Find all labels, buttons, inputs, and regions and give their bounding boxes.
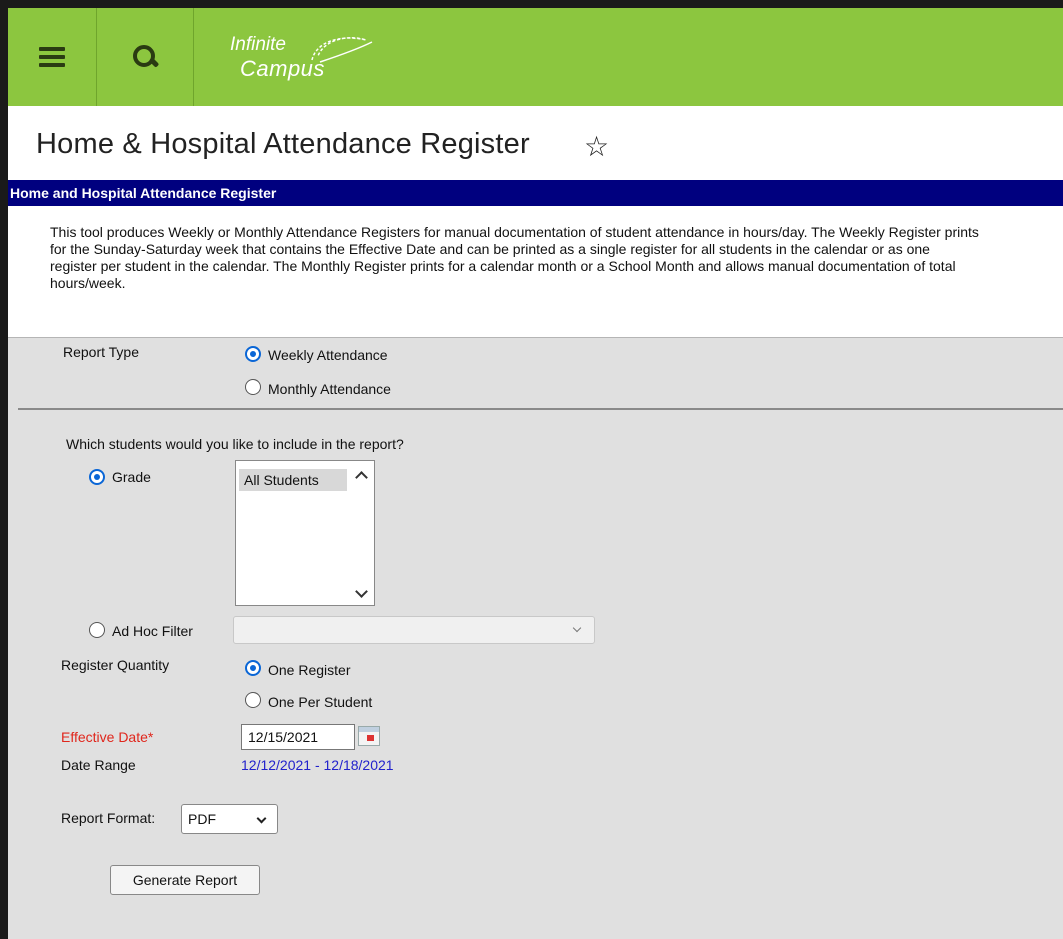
window-frame: Infinite Campus Home & Hospital Attendan… <box>0 0 1063 939</box>
scroll-up-icon[interactable] <box>355 471 368 485</box>
section-divider <box>18 408 1063 410</box>
top-bar: Infinite Campus <box>8 8 1063 106</box>
logo-text-line2: Campus <box>240 56 325 81</box>
date-range-value: 12/12/2021 - 12/18/2021 <box>241 757 394 773</box>
report-type-label: Report Type <box>63 344 140 360</box>
adhoc-filter-label[interactable]: Ad Hoc Filter <box>112 623 193 639</box>
one-register-radio[interactable] <box>245 660 261 676</box>
date-range-label: Date Range <box>61 757 136 773</box>
section-header: Home and Hospital Attendance Register <box>8 180 1063 206</box>
logo-text-line1: Infinite <box>230 34 286 55</box>
hamburger-menu-icon <box>39 47 65 67</box>
generate-report-button[interactable]: Generate Report <box>110 865 260 895</box>
register-quantity-label: Register Quantity <box>61 657 170 673</box>
one-per-student-radio[interactable] <box>245 692 261 708</box>
report-format-value: PDF <box>188 811 216 827</box>
effective-date-label: Effective Date* <box>61 729 154 745</box>
one-per-student-label[interactable]: One Per Student <box>268 694 372 710</box>
report-format-label: Report Format: <box>61 810 156 826</box>
monthly-attendance-radio[interactable] <box>245 379 261 395</box>
infinite-campus-logo[interactable]: Infinite Campus <box>220 26 380 88</box>
monthly-attendance-label[interactable]: Monthly Attendance <box>268 381 391 397</box>
chevron-down-icon <box>572 623 582 633</box>
weekly-attendance-radio[interactable] <box>245 346 261 362</box>
chevron-down-icon <box>256 813 267 824</box>
effective-date-input[interactable]: 12/15/2021 <box>241 724 355 750</box>
star-outline-icon[interactable]: ☆ <box>584 130 609 163</box>
calendar-icon[interactable] <box>358 726 380 746</box>
menu-button[interactable] <box>8 8 97 106</box>
title-bar: Home & Hospital Attendance Register ☆ <box>8 106 1063 180</box>
include-question: Which students would you like to include… <box>66 436 404 452</box>
scroll-down-icon[interactable] <box>355 585 368 599</box>
adhoc-filter-select[interactable] <box>233 616 595 644</box>
grade-radio[interactable] <box>89 469 105 485</box>
app-window: Infinite Campus Home & Hospital Attendan… <box>8 8 1063 939</box>
weekly-attendance-label[interactable]: Weekly Attendance <box>268 347 388 363</box>
search-button[interactable] <box>97 8 194 106</box>
description-text: This tool produces Weekly or Monthly Att… <box>50 224 979 291</box>
grade-label[interactable]: Grade <box>112 469 151 485</box>
page-title: Home & Hospital Attendance Register <box>36 128 530 160</box>
adhoc-filter-radio[interactable] <box>89 622 105 638</box>
description-panel: This tool produces Weekly or Monthly Att… <box>8 206 1063 338</box>
report-format-select[interactable]: PDF <box>181 804 278 834</box>
grade-option-all-students[interactable]: All Students <box>239 469 347 491</box>
search-icon <box>133 45 160 69</box>
one-register-label[interactable]: One Register <box>268 662 350 678</box>
grade-listbox[interactable]: All Students <box>235 460 375 606</box>
